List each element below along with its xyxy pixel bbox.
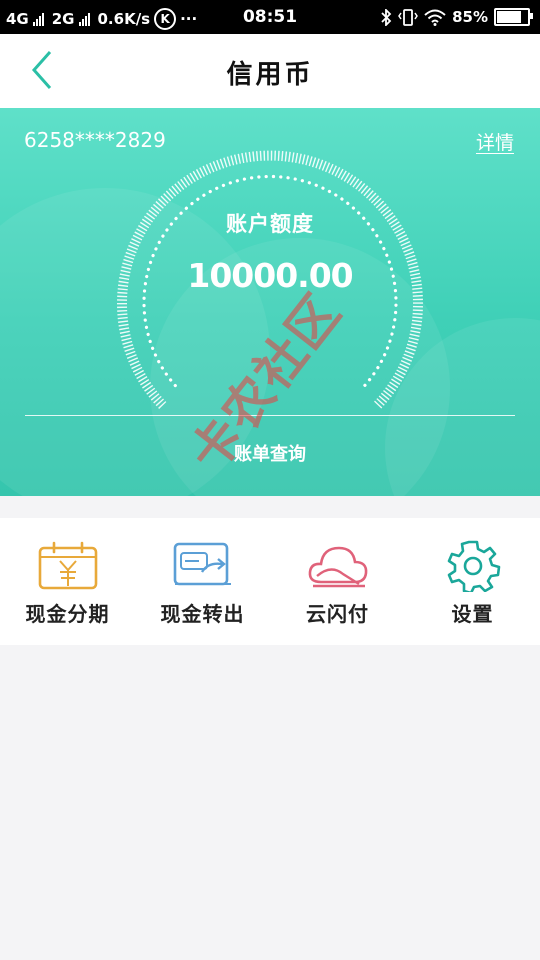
status-bar: 4G 2G 0.6K/s K ··· 08:51 85% <box>0 0 540 34</box>
menu-label-cloud-pay: 云闪付 <box>306 602 369 626</box>
wifi-icon <box>424 9 446 26</box>
app-header: 信用币 <box>0 34 540 108</box>
menu-item-installment[interactable]: 现金分期 <box>0 518 135 645</box>
menu-item-cash-transfer[interactable]: 现金转出 <box>135 518 270 645</box>
bill-query-label: 账单查询 <box>234 444 306 465</box>
menu-label-cash-transfer: 现金转出 <box>160 602 245 626</box>
gauge-label: 账户额度 <box>226 212 314 236</box>
menu-label-settings: 设置 <box>451 602 494 626</box>
menu-label-installment: 现金分期 <box>25 602 110 626</box>
menu-item-cloud-pay[interactable]: 云闪付 <box>270 518 405 645</box>
gear-icon <box>447 540 500 592</box>
menu-item-settings[interactable]: 设置 <box>405 518 540 645</box>
vibrate-icon <box>398 8 418 26</box>
bluetooth-icon <box>381 8 392 26</box>
battery-percent: 85% <box>452 8 488 26</box>
calendar-yuan-icon <box>38 541 97 590</box>
bill-query-button[interactable]: 账单查询 <box>0 440 540 466</box>
page-title: 信用币 <box>226 60 314 90</box>
credit-limit-value: 10000.00 <box>187 256 353 295</box>
detail-link[interactable]: 详情 <box>476 128 514 155</box>
battery-icon <box>494 8 533 26</box>
status-right: 85% <box>380 8 533 26</box>
cash-transfer-icon <box>173 542 231 586</box>
function-menu: 现金分期 现金转出 云闪付 设置 <box>0 518 540 645</box>
credit-card-panel: 6258****2829 详情 账户额度 10000.00 账单查询 <box>0 108 540 496</box>
card-divider <box>25 415 515 416</box>
cloud-pay-icon <box>308 546 367 588</box>
